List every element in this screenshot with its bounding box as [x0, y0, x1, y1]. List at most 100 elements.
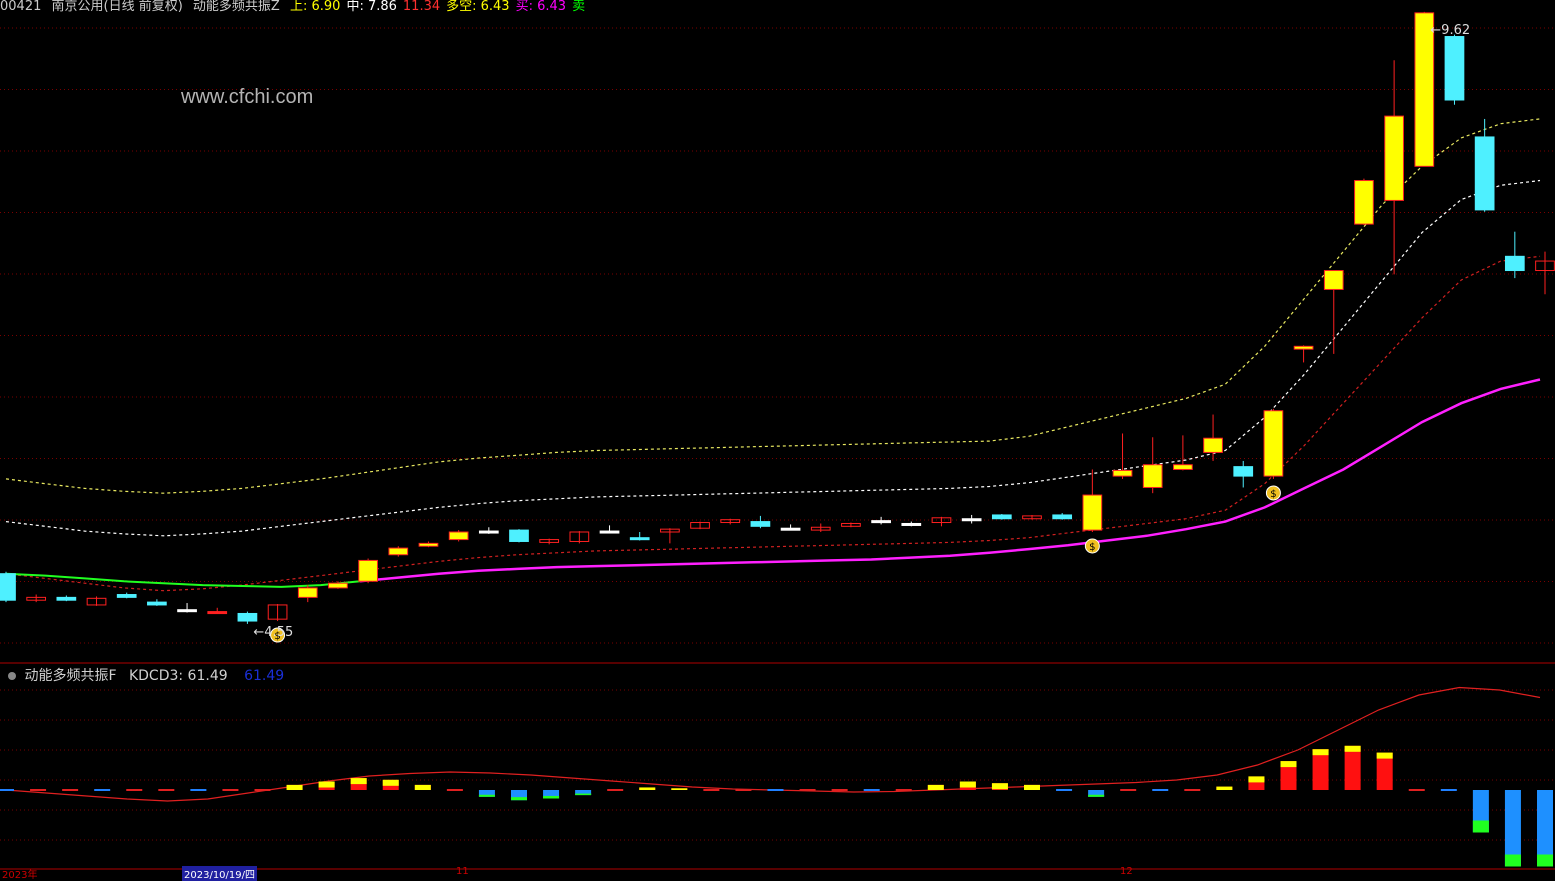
candle-body: [1504, 255, 1525, 272]
oscillator-bar-cap: [318, 781, 335, 788]
oscillator-bar-cap: [1344, 745, 1361, 752]
low-price-label: ←4.55: [253, 625, 293, 640]
candle-body: [1384, 115, 1404, 201]
candle-body: [328, 582, 348, 589]
oscillator-bar-cap: [959, 781, 976, 788]
candle-body: [56, 596, 77, 601]
lower-band-line: [5, 255, 1541, 592]
oscillator-bar-cap: [286, 784, 303, 790]
candle-body: [297, 587, 318, 598]
oscillator-bar-pos: [1344, 745, 1361, 790]
candle-body: [1354, 180, 1374, 225]
oscillator-bar-flat: [190, 789, 207, 791]
oscillator-bar-flat: [126, 789, 143, 791]
oscillator-bar-cap: [1280, 761, 1297, 768]
candle-body: [418, 542, 439, 547]
oscillator-bar-flat: [1056, 789, 1073, 791]
oscillator-bar-cap: [671, 788, 688, 790]
candle-body: [750, 521, 771, 527]
candle-body: [1112, 469, 1133, 477]
watermark-text: www.cfchi.com: [181, 86, 314, 108]
indicator-value-4: 买: 6.43: [515, 0, 567, 14]
candle-body: [177, 609, 197, 613]
candle-body: [509, 529, 529, 542]
oscillator-bar-flat: [767, 789, 784, 791]
oscillator-bar-flat: [0, 789, 14, 791]
oscillator-bar-flat: [863, 789, 880, 791]
candle-body: [478, 530, 499, 534]
oscillator-bar-cap: [1248, 776, 1265, 783]
oscillator-bar-flat: [30, 789, 47, 791]
oscillator-bar-flat: [254, 789, 271, 791]
indicator-value-1: 中: 7.86: [346, 0, 397, 14]
candle-body: [629, 537, 650, 541]
candle-body: [1203, 437, 1223, 453]
oscillator-bar-cap: [1472, 820, 1489, 833]
date-axis: 2023年 2023/10/19/四 11 12: [0, 866, 1555, 881]
candle-body: [358, 559, 378, 582]
trend-line-green: [5, 572, 361, 588]
candle-body: [901, 522, 922, 526]
oscillator-bar-flat: [799, 789, 816, 791]
oscillator-line: [5, 686, 1541, 802]
oscillator-bar-pos: [1312, 749, 1329, 790]
indicator-values: 上: 6.90 中: 7.86 11.34 多空: 6.43 买: 6.43 卖: [290, 0, 591, 14]
high-price-label: ←9.62: [1430, 23, 1470, 38]
oscillator-bar-flat: [62, 789, 79, 791]
indicator-value-0: 上: 6.90: [289, 0, 341, 14]
oscillator-bar-flat: [831, 789, 848, 791]
candle-body: [1142, 464, 1163, 488]
upper-band-line: [5, 118, 1541, 494]
oscillator-bar-flat: [1120, 789, 1137, 791]
candle-body: [961, 518, 982, 522]
sub-panel-title[interactable]: 动能多频共振F: [24, 668, 116, 684]
oscillator-bar-flat: [895, 789, 912, 791]
oscillator-bar-flat: [1408, 789, 1425, 791]
candle-body: [1082, 494, 1103, 531]
mid-band-line: [5, 179, 1541, 537]
oscillator-bar-flat: [1152, 789, 1169, 791]
oscillator-bar-cap: [511, 797, 527, 801]
candle-body: [237, 612, 258, 622]
candle-body: [207, 611, 228, 615]
indicator-header: 00421 南京公用(日线 前复权) 动能多频共振Z 上: 6.90 中: 7.8…: [0, 0, 597, 14]
oscillator-bar-flat: [735, 789, 752, 791]
candle-body: [1173, 464, 1193, 470]
oscillator-bar-flat: [94, 789, 111, 791]
date-label-year: 2023年: [2, 870, 38, 881]
trend-line-magenta: [359, 378, 1541, 583]
candle-body: [780, 527, 801, 531]
oscillator-bar-cap: [991, 783, 1008, 790]
candle-body: [1263, 410, 1284, 477]
oscillator-bar-flat: [703, 789, 720, 791]
oscillator-bar-flat: [1440, 789, 1457, 791]
oscillator-bar-cap: [1024, 784, 1040, 790]
oscillator-bar-flat: [446, 789, 463, 791]
candle-body: [1474, 136, 1495, 211]
candle-body: [448, 531, 469, 541]
stock-name-period: 南京公用(日线 前复权): [51, 0, 183, 14]
indicator-value-2: 11.34: [402, 0, 441, 14]
kline-chart[interactable]: $$$←9.62←4.55: [0, 0, 1555, 877]
sub-panel-dot-icon[interactable]: [8, 672, 16, 680]
candle-body: [1323, 270, 1344, 290]
oscillator-bar-cap: [1088, 794, 1105, 797]
candle-body: [599, 530, 620, 534]
kdcd-value-2: 61.49: [244, 668, 285, 684]
sub-panel-header: 动能多频共振F KDCD3: 61.49 61.49: [8, 665, 284, 685]
candle-body: [147, 601, 167, 606]
candle-body: [388, 547, 409, 556]
indicator-name[interactable]: 动能多频共振Z: [193, 0, 280, 14]
buy-signal-glyph: $: [1270, 489, 1276, 500]
oscillator-bar-flat: [607, 789, 624, 791]
candle-body: [1444, 36, 1465, 101]
indicator-value-3: 多空: 6.43: [446, 0, 510, 14]
oscillator-bar-cap: [478, 794, 495, 797]
candle-body: [991, 514, 1012, 520]
oscillator-bar-cap: [639, 787, 656, 790]
kdcd-label: KDCD3: 61.49: [128, 668, 228, 684]
candle-body: [1052, 514, 1073, 520]
oscillator-bar-cap: [1376, 752, 1393, 759]
oscillator-bar-cap: [927, 784, 944, 790]
oscillator-bar-cap: [350, 778, 367, 785]
